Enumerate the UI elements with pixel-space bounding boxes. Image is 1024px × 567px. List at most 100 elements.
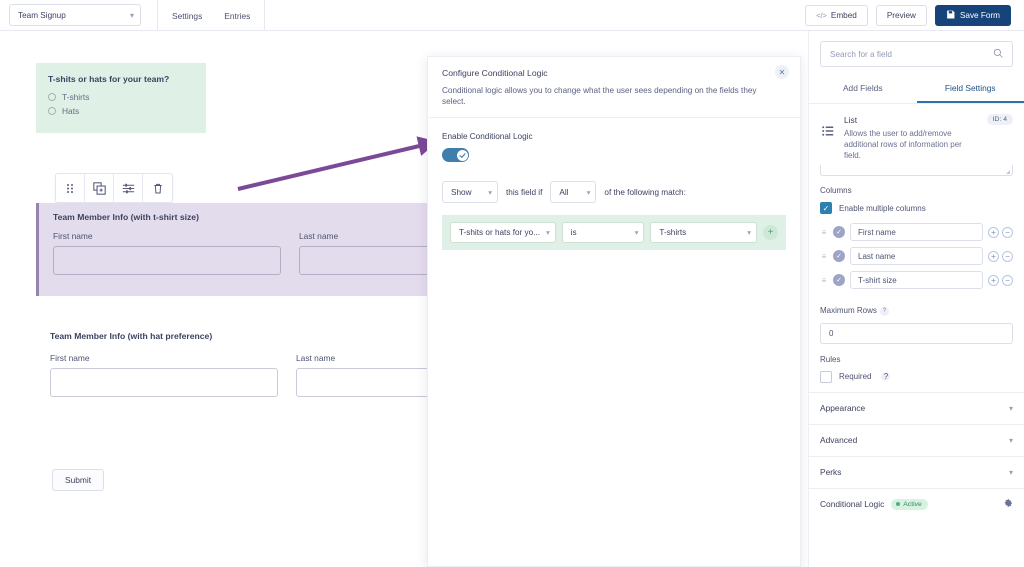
following-match-label: of the following match: (604, 187, 686, 197)
radio-option-hats[interactable]: Hats (48, 106, 194, 116)
column-enabled-icon[interactable]: ✓ (833, 250, 845, 263)
form-selector-dropdown[interactable]: Team Signup ▾ (9, 4, 141, 26)
drag-handle-icon[interactable] (56, 174, 85, 202)
help-icon[interactable]: ? (881, 372, 891, 382)
chevron-down-icon: ▾ (1008, 435, 1013, 445)
accordion-label: Appearance (820, 403, 866, 414)
column-name-input[interactable]: T-shirt size (850, 271, 983, 290)
show-hide-value: Show (451, 187, 472, 197)
rule-field-select[interactable]: T-shits or hats for yo... ▾ (450, 222, 556, 244)
rule-operator-select[interactable]: is ▾ (561, 222, 645, 244)
enable-conditional-logic-toggle[interactable] (442, 148, 469, 163)
rule-operator-value: is (570, 228, 577, 238)
search-box[interactable] (820, 41, 1013, 67)
add-rule-button[interactable]: + (763, 225, 778, 241)
chevron-down-icon: ▾ (747, 228, 751, 238)
preview-button-label: Preview (886, 10, 916, 20)
column-name-input[interactable]: First name (850, 223, 983, 242)
embed-button[interactable]: </> Embed (805, 4, 868, 26)
first-name-input[interactable] (50, 368, 278, 397)
this-field-if-label: this field if (506, 187, 543, 197)
chevron-down-icon: ▾ (1008, 403, 1013, 413)
chevron-down-icon: ▾ (586, 187, 591, 197)
rule-compare-select[interactable]: T-shirts ▾ (650, 222, 757, 244)
checkbox-icon[interactable]: ✓ (820, 202, 832, 215)
chevron-down-icon: ▾ (1008, 467, 1013, 477)
rule-field-value: T-shits or hats for yo... (459, 228, 540, 238)
match-type-select[interactable]: All ▾ (550, 181, 597, 204)
embed-button-label: Embed (830, 10, 857, 20)
plus-circle-icon[interactable]: + (988, 226, 999, 238)
accordion-advanced[interactable]: Advanced ▾ (809, 423, 1024, 456)
plus-circle-icon[interactable]: + (988, 250, 999, 262)
columns-section-label: Columns (820, 186, 852, 196)
maximum-rows-text: Maximum Rows (820, 306, 877, 316)
checkbox-icon[interactable] (820, 370, 832, 383)
toggle-knob (456, 149, 468, 161)
drag-handle-icon[interactable]: ≡ (820, 228, 828, 237)
radio-option-tshirts[interactable]: T-shirts (48, 92, 194, 102)
modal-header: Configure Conditional Logic Conditional … (428, 57, 800, 119)
duplicate-icon[interactable] (85, 174, 114, 202)
column-name-input[interactable]: Last name (850, 247, 983, 266)
minus-circle-icon[interactable]: − (1002, 250, 1013, 262)
accordion-appearance[interactable]: Appearance ▾ (809, 391, 1024, 424)
required-row[interactable]: Required ? (820, 370, 1013, 383)
first-name-input[interactable] (53, 246, 281, 275)
sidebar-tabs: Add Fields Field Settings (809, 77, 1024, 104)
field-type-name: List (844, 115, 858, 125)
trash-icon[interactable] (143, 174, 172, 202)
save-form-button[interactable]: Save Form (934, 4, 1011, 26)
status-badge: Active (891, 498, 928, 510)
chevron-down-icon: ▾ (545, 228, 550, 238)
top-actions: </> Embed Preview Save Form (805, 4, 1024, 26)
modal-body: Enable Conditional Logic Show ▾ this fie… (428, 118, 800, 251)
drag-handle-icon[interactable]: ≡ (820, 276, 828, 285)
column-enabled-icon[interactable]: ✓ (833, 274, 845, 287)
search-input[interactable] (830, 49, 993, 59)
accordion-label: Perks (820, 467, 842, 478)
conditional-rule-row: T-shits or hats for yo... ▾ is ▾ T-shirt… (442, 215, 786, 251)
gear-icon[interactable] (1003, 498, 1013, 510)
nav-item-settings[interactable]: Settings (172, 11, 202, 21)
column-first-name: First name (53, 231, 281, 275)
minus-circle-icon[interactable]: − (1002, 226, 1013, 238)
nav-item-entries[interactable]: Entries (224, 11, 250, 21)
close-icon[interactable]: ✕ (775, 65, 789, 79)
minus-circle-icon[interactable]: − (1002, 274, 1013, 286)
rule-compare-value: T-shirts (659, 228, 687, 238)
accordion-perks[interactable]: Perks ▾ (809, 455, 1024, 488)
conditional-logic-label: Conditional Logic (820, 499, 885, 510)
radio-option-label: Hats (62, 106, 80, 116)
field-label-textarea[interactable] (820, 165, 1013, 177)
drag-handle-icon[interactable]: ≡ (820, 252, 828, 261)
maximum-rows-input[interactable]: 0 (820, 322, 1013, 344)
tab-field-settings[interactable]: Field Settings (916, 77, 1024, 103)
match-type-value: All (559, 187, 569, 197)
form-builder-app: Team Signup ▾ Settings Entries </> Embed… (0, 0, 1024, 567)
preview-button[interactable]: Preview (875, 4, 927, 26)
search-icon[interactable] (993, 45, 1003, 63)
chevron-down-icon: ▾ (634, 228, 639, 238)
save-disk-icon (946, 10, 955, 21)
plus-circle-icon[interactable]: + (988, 274, 999, 286)
field-tshirts-or-hats[interactable]: T-shits or hats for your team? T-shirts … (36, 63, 206, 133)
radio-icon (48, 107, 56, 115)
accordion-conditional-logic[interactable]: Conditional Logic Active (809, 487, 1024, 520)
chevron-down-icon: ▾ (129, 10, 134, 20)
submit-button[interactable]: Submit (52, 469, 105, 491)
settings-sliders-icon[interactable] (114, 174, 143, 202)
conditional-rule-header: Show ▾ this field if All ▾ of the follow… (442, 181, 786, 204)
show-hide-select[interactable]: Show ▾ (442, 181, 498, 204)
help-icon[interactable]: ? (879, 306, 889, 316)
column-row: ≡ ✓ T-shirt size + − (820, 271, 1013, 290)
accordion-label: Advanced (820, 435, 858, 446)
status-badge-label: Active (903, 500, 922, 508)
column-enabled-icon[interactable]: ✓ (833, 226, 845, 239)
tab-add-fields[interactable]: Add Fields (809, 77, 917, 103)
enable-multiple-columns-row[interactable]: ✓ Enable multiple columns (820, 202, 1013, 215)
field-type-description: Allows the user to add/remove additional… (844, 129, 962, 161)
column-label: First name (53, 231, 93, 241)
status-dot-icon (896, 502, 901, 507)
form-selector-value: Team Signup (18, 10, 66, 20)
